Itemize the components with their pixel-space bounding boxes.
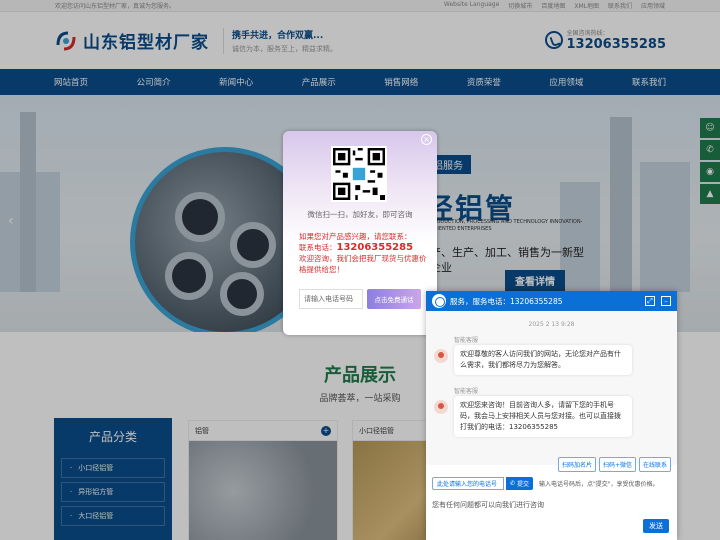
agent-name: 智能客服 [454, 388, 479, 395]
quick-button-card[interactable]: 扫码加名片 [557, 457, 596, 472]
popup-tel: 13206355285 [336, 242, 414, 253]
popup-line-1: 如果您对产品感兴趣，请您联系： [299, 232, 412, 241]
minimize-icon[interactable]: – [661, 296, 671, 306]
chat-phone-row: 此处请输入您的电话号 ✆ 提交 输入电话号码后，点"提交"，享受优惠价格。 [432, 477, 658, 490]
popup-line-2: 欢迎咨询，我们会把我厂现货与优惠价格提供给您！ [299, 254, 427, 274]
chat-phone-input[interactable]: 此处请输入您的电话号 [432, 477, 504, 490]
chat-message: 欢迎尊敬的客人访问我们的网站，无论您对产品有什么需求，我们都将尽力为您解答。 [454, 345, 632, 375]
agent-name: 智能客服 [454, 337, 479, 344]
chat-message-input[interactable]: 您有任何问题都可以向我们进行咨询 [432, 500, 544, 510]
chat-submit-label: 提交 [516, 481, 529, 488]
chat-message: 欢迎您来咨询！目前咨询人多，请留下您的手机号码，我会马上安排相关人员与您对接。也… [454, 396, 632, 437]
qr-caption: 微信扫一扫，加好友，即可咨询 [307, 210, 413, 219]
chat-messages: 2025 2 13 9:28 智能客服 欢迎尊敬的客人访问我们的网站，无论您对产… [426, 311, 677, 465]
qr-popup: × 微信扫一扫，加好友，即可咨询 如果您对产品感兴趣，请您联系： 联系电话：13… [283, 131, 437, 335]
chat-message-tel: 13206355285 [509, 423, 558, 431]
chat-timestamp: 2025 2 13 9:28 [528, 321, 575, 328]
popup-tel-label: 联系电话： [299, 243, 337, 252]
agent-avatar [434, 400, 448, 414]
chat-send-button[interactable]: 发送 [643, 519, 669, 533]
popup-text: 如果您对产品感兴趣，请您联系： 联系电话：13206355285 欢迎咨询，我们… [299, 231, 427, 275]
quick-buttons: 扫码加名片 扫码+微信 在线联系 [557, 457, 671, 472]
agent-avatar [434, 349, 448, 363]
close-icon[interactable]: × [421, 134, 432, 145]
chat-submit-hint: 输入电话号码后，点"提交"，享受优惠价格。 [538, 481, 659, 488]
quick-button-online[interactable]: 在线联系 [638, 457, 671, 472]
chat-submit-button[interactable]: ✆ 提交 [506, 477, 533, 490]
chat-header: 服务，服务电话：13206355285 ⤢ – [426, 291, 677, 311]
qr-code-image [331, 146, 387, 202]
free-call-button[interactable]: 点击免费通话 [367, 289, 421, 309]
quick-button-wechat[interactable]: 扫码+微信 [598, 457, 636, 472]
chat-logo-icon [432, 294, 446, 308]
chat-window: 服务，服务电话：13206355285 ⤢ – 2025 2 13 9:28 智… [426, 291, 677, 540]
phone-input[interactable]: 请输入电话号码 [299, 289, 363, 309]
phone-icon: ✆ [510, 480, 517, 487]
expand-icon[interactable]: ⤢ [645, 296, 655, 306]
chat-header-text: 服务，服务电话：13206355285 [450, 296, 563, 306]
